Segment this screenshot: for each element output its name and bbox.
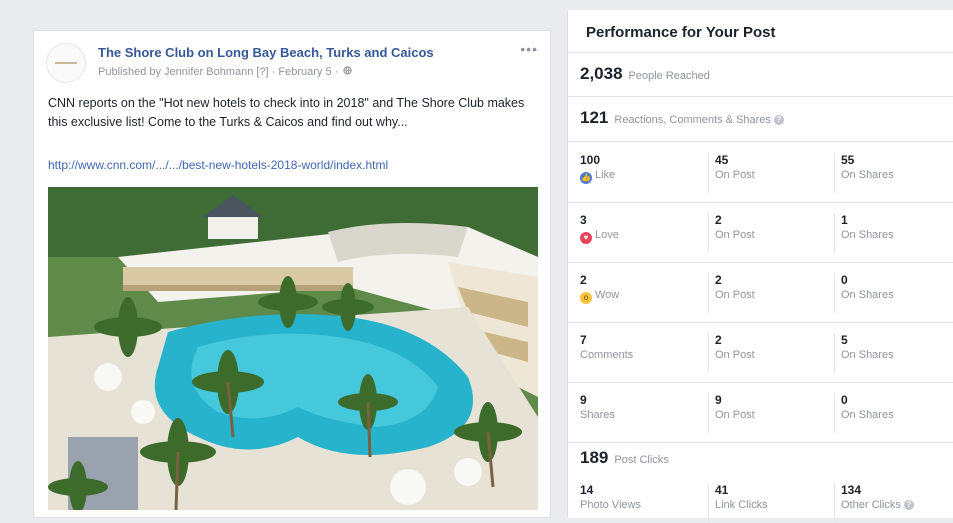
shares-total-cell: 9 Shares xyxy=(580,393,615,433)
comments-on-post-cell: 2 On Post xyxy=(708,333,755,373)
wow-label: Wow xyxy=(595,289,620,301)
metric-row-love: 3 ♥ Love 2 On Post 1 On Shares xyxy=(568,202,953,262)
like-on-post-label: On Post xyxy=(715,169,755,181)
divider xyxy=(568,442,953,443)
shares-label: Shares xyxy=(580,409,615,421)
comments-on-shares-cell: 5 On Shares xyxy=(834,333,894,373)
people-reached-label: People Reached xyxy=(628,70,710,82)
divider xyxy=(568,52,953,53)
wow-icon: o xyxy=(580,292,592,304)
other-clicks-value: 134 xyxy=(841,483,862,497)
page-logo-mark xyxy=(55,62,77,64)
comments-on-shares-label: On Shares xyxy=(841,349,894,361)
love-on-post-label: On Post xyxy=(715,229,755,241)
comments-total: 7 xyxy=(580,333,587,347)
wow-total-cell: 2 o Wow xyxy=(580,273,619,313)
photo-views-value: 14 xyxy=(580,483,594,497)
comments-label: Comments xyxy=(580,349,634,361)
globe-icon[interactable] xyxy=(343,66,352,78)
post-text: CNN reports on the "Hot new hotels to ch… xyxy=(48,96,525,129)
metric-row-like: 100 👍 Like 45 On Post 55 On Shares xyxy=(568,142,953,202)
clicks-breakdown-row: 14 Photo Views 41 Link Clicks 134 Other … xyxy=(568,472,953,523)
wow-total: 2 xyxy=(580,273,587,287)
wow-on-shares-label: On Shares xyxy=(841,289,894,301)
metric-row-comments: 7 Comments 2 On Post 5 On Shares xyxy=(568,322,953,382)
love-on-shares: 1 xyxy=(841,213,848,227)
like-on-shares: 55 xyxy=(841,153,855,167)
other-clicks-cell: 134 Other Clicks? xyxy=(834,483,914,523)
love-on-post-cell: 2 On Post xyxy=(708,213,755,253)
post-link[interactable]: http://www.cnn.com/.../.../best-new-hote… xyxy=(48,158,388,172)
wow-on-shares: 0 xyxy=(841,273,848,287)
photo-views-label: Photo Views xyxy=(580,499,641,511)
shares-on-shares-cell: 0 On Shares xyxy=(834,393,894,433)
love-total-cell: 3 ♥ Love xyxy=(580,213,619,253)
people-reached-row: 2,038 People Reached xyxy=(580,64,953,104)
performance-panel: Performance for Your Post 2,038 People Re… xyxy=(567,10,953,523)
like-on-shares-cell: 55 On Shares xyxy=(834,153,894,193)
like-on-shares-label: On Shares xyxy=(841,169,894,181)
shares-on-shares: 0 xyxy=(841,393,848,407)
published-meta: Published by Jennifer Bohmann [?] · Febr… xyxy=(98,66,352,78)
engagement-value: 121 xyxy=(580,108,609,127)
comments-on-post-label: On Post xyxy=(715,349,755,361)
page-avatar[interactable] xyxy=(46,43,86,83)
other-clicks-label: Other Clicks xyxy=(841,499,901,511)
post-clicks-label: Post Clicks xyxy=(614,454,669,466)
engagement-label: Reactions, Comments & Shares xyxy=(614,114,771,126)
like-total: 100 xyxy=(580,153,601,167)
shares-on-post-label: On Post xyxy=(715,409,755,421)
post-header: The Shore Club on Long Bay Beach, Turks … xyxy=(46,41,538,89)
metric-row-shares: 9 Shares 9 On Post 0 On Shares xyxy=(568,382,953,442)
comments-on-shares: 5 xyxy=(841,333,848,347)
metric-row-wow: 2 o Wow 2 On Post 0 On Shares xyxy=(568,262,953,322)
performance-title: Performance for Your Post xyxy=(586,24,776,41)
aerial-resort-pool-photo[interactable] xyxy=(48,187,538,510)
like-on-post-cell: 45 On Post xyxy=(708,153,755,193)
shares-total: 9 xyxy=(580,393,587,407)
like-total-cell: 100 👍 Like xyxy=(580,153,615,193)
published-text: Published by Jennifer Bohmann [?] · Febr… xyxy=(98,66,339,78)
shares-on-post-cell: 9 On Post xyxy=(708,393,755,433)
love-on-shares-cell: 1 On Shares xyxy=(834,213,894,253)
like-on-post: 45 xyxy=(715,153,729,167)
post-clicks-value: 189 xyxy=(580,448,609,467)
love-on-shares-label: On Shares xyxy=(841,229,894,241)
shares-on-shares-label: On Shares xyxy=(841,409,894,421)
info-icon[interactable]: ? xyxy=(903,500,914,510)
like-icon: 👍 xyxy=(580,172,592,184)
like-label: Like xyxy=(595,169,616,181)
love-total: 3 xyxy=(580,213,587,227)
love-label: Love xyxy=(595,229,619,241)
link-clicks-label: Link Clicks xyxy=(715,499,768,511)
shares-on-post: 9 xyxy=(715,393,722,407)
wow-on-shares-cell: 0 On Shares xyxy=(834,273,894,313)
comments-on-post: 2 xyxy=(715,333,722,347)
photo-views-cell: 14 Photo Views xyxy=(580,483,641,523)
link-clicks-cell: 41 Link Clicks xyxy=(708,483,768,523)
wow-on-post-label: On Post xyxy=(715,289,755,301)
divider xyxy=(568,96,953,97)
wow-on-post: 2 xyxy=(715,273,722,287)
comments-total-cell: 7 Comments xyxy=(580,333,633,373)
page-name-link[interactable]: The Shore Club on Long Bay Beach, Turks … xyxy=(98,45,434,60)
info-icon[interactable]: ? xyxy=(773,115,784,125)
post-card: The Shore Club on Long Bay Beach, Turks … xyxy=(33,30,551,518)
wow-on-post-cell: 2 On Post xyxy=(708,273,755,313)
link-clicks-value: 41 xyxy=(715,483,729,497)
love-on-post: 2 xyxy=(715,213,722,227)
more-horizontal-icon[interactable]: ••• xyxy=(520,41,538,57)
people-reached-value: 2,038 xyxy=(580,64,623,83)
love-icon: ♥ xyxy=(580,232,592,244)
